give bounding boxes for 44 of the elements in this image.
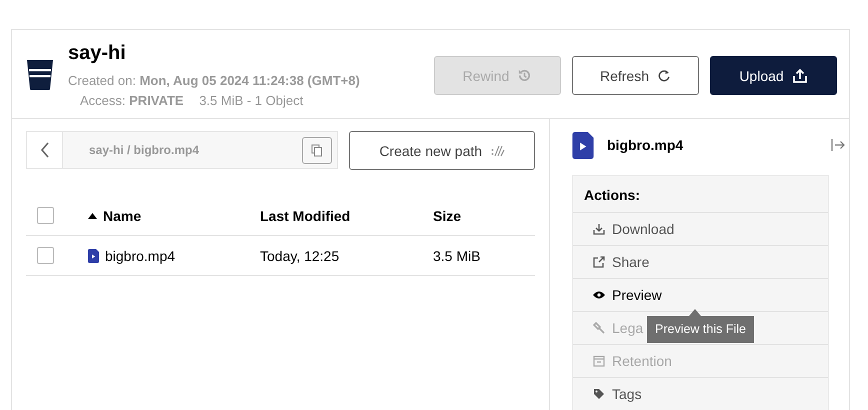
bucket-name: say-hi [68,42,127,65]
preview-action[interactable]: Preview [573,279,828,311]
column-header[interactable]: Name [88,208,260,224]
tooltip: Preview this File [647,309,754,343]
tags-action[interactable]: Tags [573,378,828,410]
table-cell-text: Today, 12:25 [260,248,340,264]
upload-button[interactable]: Upload [710,56,837,95]
video-file-icon [572,132,594,158]
bucket-icon [26,57,54,91]
copy-icon [311,144,324,156]
eye-icon [593,291,605,299]
breadcrumb-path: say-hi / bigbro.mp4 [88,143,200,157]
created-value: Mon, Aug 05 2024 11:24:38 (GMT+8) [140,73,360,88]
access-label: Access: [80,93,126,108]
sort-up-icon [88,212,97,218]
collapse-panel-icon[interactable] [831,139,845,151]
video-file-icon [88,248,99,262]
download-icon [593,223,605,235]
select-all-checkbox[interactable] [37,207,54,224]
actions-title: Actions: [573,176,828,213]
column-header[interactable]: Size [433,208,535,224]
access-value: PRIVATE [129,93,184,108]
gavel-icon [593,322,605,334]
usage-text: 3.5 MiB - 1 Object [199,93,304,108]
history-icon [517,68,532,83]
table-cell-text: 3.5 MiB [433,248,482,264]
download-action[interactable]: Download [573,213,828,245]
row-checkbox[interactable] [37,247,54,264]
details-file-name: bigbro.mp4 [607,137,684,153]
column-header[interactable]: Last Modified [260,208,433,224]
path-icon [491,144,506,156]
copy-button[interactable] [302,136,332,164]
create-path-button[interactable]: Create new path [349,131,535,170]
upload-icon [792,68,808,84]
tag-icon [593,388,605,400]
back-button[interactable] [27,132,63,168]
share-action[interactable]: Share [573,246,828,278]
file-name[interactable]: bigbro.mp4 [105,248,176,264]
calendar-icon [593,355,605,367]
chevron-left-icon [40,142,50,158]
created-label: Created on: [68,73,136,88]
share-icon [593,256,605,268]
refresh-button[interactable]: Refresh [572,56,699,95]
refresh-icon [657,68,672,82]
